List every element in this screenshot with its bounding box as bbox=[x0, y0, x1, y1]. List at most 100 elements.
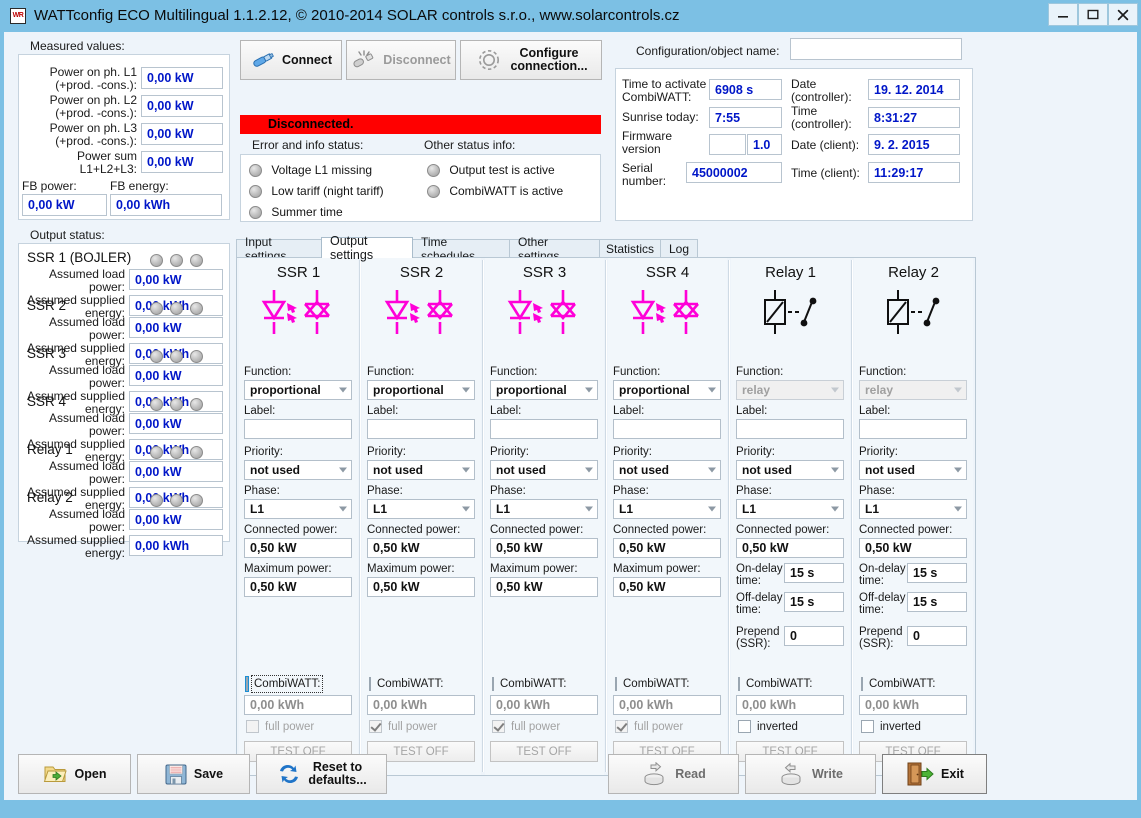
power-l1-field[interactable]: 0,00 kW bbox=[141, 67, 223, 89]
priority-select[interactable]: not used bbox=[736, 460, 844, 480]
combiwatt-checkbox[interactable] bbox=[492, 677, 494, 691]
disconnect-button[interactable]: Disconnect bbox=[346, 40, 456, 80]
combiwatt-checkbox-row[interactable]: CombiWATT: bbox=[615, 677, 721, 691]
priority-select[interactable]: not used bbox=[490, 460, 598, 480]
label-input[interactable] bbox=[736, 419, 844, 439]
combiwatt-checkbox-row[interactable]: CombiWATT: bbox=[861, 677, 967, 691]
label-input[interactable] bbox=[367, 419, 475, 439]
combiwatt-energy-input[interactable]: 0,00 kWh bbox=[613, 695, 721, 715]
assumed-load-power-field[interactable]: 0,00 kW bbox=[129, 317, 223, 338]
connected-power-input[interactable]: 0,50 kW bbox=[736, 538, 844, 558]
tab-time-schedules[interactable]: Time schedules bbox=[412, 235, 510, 263]
maximum-power-input[interactable]: 0,50 kW bbox=[367, 577, 475, 597]
assumed-supplied-energy-field[interactable]: 0,00 kWh bbox=[129, 535, 223, 556]
prepend-input[interactable]: 0 bbox=[784, 626, 844, 646]
configure-connection-button[interactable]: Configure connection... bbox=[460, 40, 602, 80]
on-delay-input[interactable]: 15 s bbox=[907, 563, 967, 583]
combiwatt-checkbox[interactable] bbox=[615, 677, 617, 691]
date-client-field[interactable]: 9. 2. 2015 bbox=[868, 134, 960, 155]
combiwatt-checkbox-row[interactable]: CombiWATT: bbox=[369, 677, 475, 691]
connect-button[interactable]: Connect bbox=[240, 40, 342, 80]
label-input[interactable] bbox=[244, 419, 352, 439]
function-select[interactable]: proportional bbox=[367, 380, 475, 400]
phase-select[interactable]: L1 bbox=[613, 499, 721, 519]
full-power-checkbox-row[interactable]: full power bbox=[615, 720, 683, 733]
combiwatt-energy-input[interactable]: 0,00 kWh bbox=[490, 695, 598, 715]
assumed-load-power-field[interactable]: 0,00 kW bbox=[129, 509, 223, 530]
inverted-checkbox[interactable] bbox=[861, 720, 874, 733]
test-off-button[interactable]: TEST OFF bbox=[490, 741, 598, 762]
fb-energy-field[interactable]: 0,00 kWh bbox=[110, 194, 222, 216]
priority-select[interactable]: not used bbox=[244, 460, 352, 480]
off-delay-input[interactable]: 15 s bbox=[907, 592, 967, 612]
tab-other-settings[interactable]: Other settings bbox=[509, 235, 600, 263]
function-select[interactable]: proportional bbox=[613, 380, 721, 400]
tab-statistics[interactable]: Statistics bbox=[599, 239, 661, 258]
combiwatt-checkbox-row[interactable]: CombiWATT: bbox=[245, 675, 352, 693]
tab-log[interactable]: Log bbox=[660, 239, 698, 258]
config-name-input[interactable] bbox=[790, 38, 962, 60]
full-power-checkbox[interactable] bbox=[615, 720, 628, 733]
connected-power-input[interactable]: 0,50 kW bbox=[490, 538, 598, 558]
phase-select[interactable]: L1 bbox=[367, 499, 475, 519]
inverted-checkbox-row[interactable]: inverted bbox=[861, 720, 921, 733]
power-l2-field[interactable]: 0,00 kW bbox=[141, 95, 223, 117]
full-power-checkbox[interactable] bbox=[246, 720, 259, 733]
tab-output-settings[interactable]: Output settings bbox=[321, 234, 413, 262]
combiwatt-checkbox-row[interactable]: CombiWATT: bbox=[738, 677, 844, 691]
full-power-checkbox-row[interactable]: full power bbox=[246, 720, 314, 733]
connected-power-input[interactable]: 0,50 kW bbox=[244, 538, 352, 558]
reset-to-defaults-button[interactable]: Reset to defaults... bbox=[256, 754, 387, 794]
function-select[interactable]: relay bbox=[736, 380, 844, 400]
phase-select[interactable]: L1 bbox=[736, 499, 844, 519]
assumed-load-power-field[interactable]: 0,00 kW bbox=[129, 269, 223, 290]
combiwatt-energy-input[interactable]: 0,00 kWh bbox=[859, 695, 967, 715]
save-button[interactable]: Save bbox=[137, 754, 250, 794]
combiwatt-checkbox[interactable] bbox=[738, 677, 740, 691]
combiwatt-energy-input[interactable]: 0,00 kWh bbox=[367, 695, 475, 715]
phase-select[interactable]: L1 bbox=[859, 499, 967, 519]
label-input[interactable] bbox=[859, 419, 967, 439]
sunrise-field[interactable]: 7:55 bbox=[709, 107, 782, 128]
read-button[interactable]: Read bbox=[608, 754, 739, 794]
connected-power-input[interactable]: 0,50 kW bbox=[367, 538, 475, 558]
label-input[interactable] bbox=[490, 419, 598, 439]
exit-button[interactable]: Exit bbox=[882, 754, 987, 794]
phase-select[interactable]: L1 bbox=[490, 499, 598, 519]
firmware-field-b[interactable]: 1.0 bbox=[747, 134, 782, 155]
power-l3-field[interactable]: 0,00 kW bbox=[141, 123, 223, 145]
date-controller-field[interactable]: 19. 12. 2014 bbox=[868, 79, 960, 100]
full-power-checkbox[interactable] bbox=[492, 720, 505, 733]
maximum-power-input[interactable]: 0,50 kW bbox=[490, 577, 598, 597]
firmware-field-a[interactable] bbox=[709, 134, 746, 155]
power-sum-field[interactable]: 0,00 kW bbox=[141, 151, 223, 173]
inverted-checkbox-row[interactable]: inverted bbox=[738, 720, 798, 733]
combiwatt-checkbox-row[interactable]: CombiWATT: bbox=[492, 677, 598, 691]
time-to-activate-field[interactable]: 6908 s bbox=[709, 79, 782, 100]
assumed-load-power-field[interactable]: 0,00 kW bbox=[129, 365, 223, 386]
assumed-load-power-field[interactable]: 0,00 kW bbox=[129, 413, 223, 434]
full-power-checkbox[interactable] bbox=[369, 720, 382, 733]
maximum-power-input[interactable]: 0,50 kW bbox=[613, 577, 721, 597]
function-select[interactable]: proportional bbox=[490, 380, 598, 400]
phase-select[interactable]: L1 bbox=[244, 499, 352, 519]
connected-power-input[interactable]: 0,50 kW bbox=[613, 538, 721, 558]
combiwatt-checkbox[interactable] bbox=[369, 677, 371, 691]
prepend-input[interactable]: 0 bbox=[907, 626, 967, 646]
combiwatt-energy-input[interactable]: 0,00 kWh bbox=[736, 695, 844, 715]
function-select[interactable]: proportional bbox=[244, 380, 352, 400]
close-button[interactable] bbox=[1108, 3, 1138, 26]
function-select[interactable]: relay bbox=[859, 380, 967, 400]
minimize-button[interactable] bbox=[1048, 3, 1078, 26]
write-button[interactable]: Write bbox=[745, 754, 876, 794]
priority-select[interactable]: not used bbox=[367, 460, 475, 480]
priority-select[interactable]: not used bbox=[859, 460, 967, 480]
open-button[interactable]: Open bbox=[18, 754, 131, 794]
maximum-power-input[interactable]: 0,50 kW bbox=[244, 577, 352, 597]
off-delay-input[interactable]: 15 s bbox=[784, 592, 844, 612]
time-controller-field[interactable]: 8:31:27 bbox=[868, 107, 960, 128]
on-delay-input[interactable]: 15 s bbox=[784, 563, 844, 583]
tab-input-settings[interactable]: Input settings bbox=[236, 235, 322, 263]
connected-power-input[interactable]: 0,50 kW bbox=[859, 538, 967, 558]
fb-power-field[interactable]: 0,00 kW bbox=[22, 194, 107, 216]
